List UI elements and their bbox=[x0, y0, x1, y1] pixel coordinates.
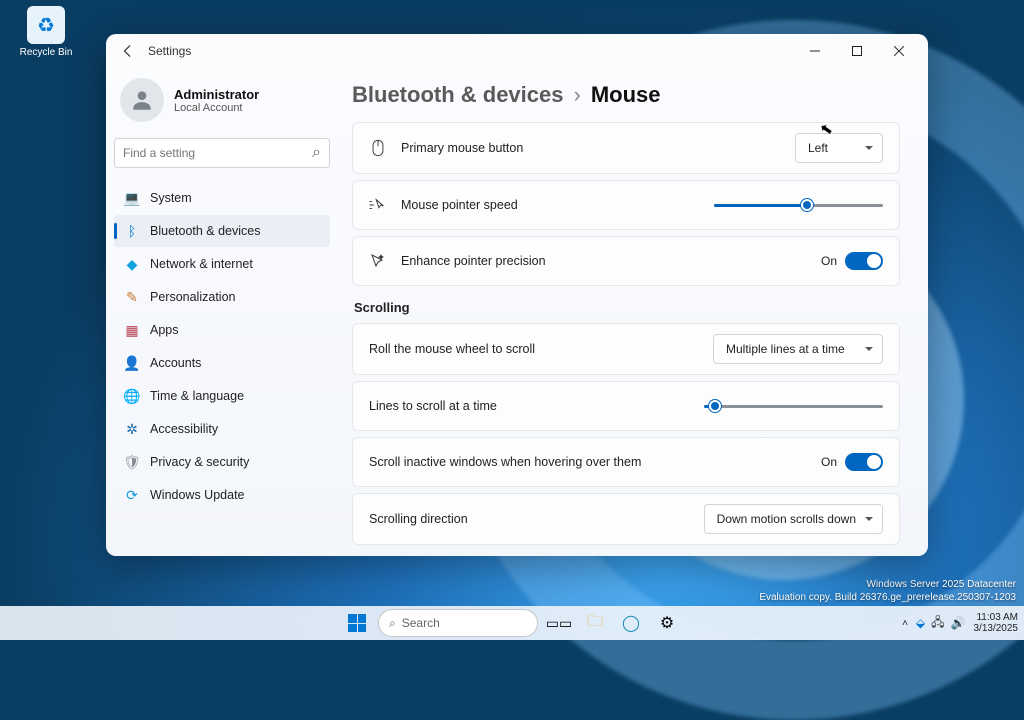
folder-icon: 🗀 bbox=[587, 610, 603, 637]
nav-item-apps[interactable]: ▦ Apps bbox=[114, 314, 330, 346]
window-title: Settings bbox=[148, 44, 191, 58]
network-icon: ◆ bbox=[124, 256, 140, 272]
nav-label: Accessibility bbox=[150, 422, 218, 436]
nav-label: Accounts bbox=[150, 356, 201, 370]
wheel-scroll-select[interactable]: Multiple lines at a time bbox=[713, 334, 883, 364]
account-block[interactable]: Administrator Local Account bbox=[114, 72, 330, 132]
edge-icon: ◯ bbox=[622, 613, 640, 633]
enhance-precision-state: On bbox=[821, 254, 837, 268]
task-view-button[interactable]: ▭▭ bbox=[544, 608, 574, 638]
nav-item-network[interactable]: ◆ Network & internet bbox=[114, 248, 330, 280]
nav-list: 💻 System ᛒ Bluetooth & devices ◆ Network & in… bbox=[114, 182, 330, 511]
back-button[interactable] bbox=[114, 37, 142, 65]
apps-icon: ▦ bbox=[124, 322, 140, 338]
nav-item-bluetooth[interactable]: ᛒ Bluetooth & devices bbox=[114, 215, 330, 247]
recycle-bin-icon bbox=[27, 6, 65, 44]
pointer-speed-slider[interactable] bbox=[714, 195, 883, 215]
nav-label: Network & internet bbox=[150, 257, 253, 271]
scroll-inactive-row: Scroll inactive windows when hovering ov… bbox=[353, 438, 899, 486]
nav-label: Time & language bbox=[150, 389, 244, 403]
primary-mouse-button-row: Primary mouse button Left bbox=[353, 123, 899, 173]
chevron-right-icon: › bbox=[573, 82, 580, 108]
nav-label: System bbox=[150, 191, 192, 205]
nav-label: Personalization bbox=[150, 290, 235, 304]
settings-window: Settings Administrator Local Account ⌕ bbox=[106, 34, 928, 556]
nav-label: Apps bbox=[150, 323, 179, 337]
nav-item-personalization[interactable]: ✎ Personalization bbox=[114, 281, 330, 313]
nav-label: Bluetooth & devices bbox=[150, 224, 261, 238]
tray-security-icon[interactable]: ⬙ bbox=[916, 616, 925, 630]
nav-item-update[interactable]: ⟳ Windows Update bbox=[114, 479, 330, 511]
taskbar: ⌕ Search ▭▭ 🗀 ◯ ⚙ ˄ ⬙ 🖧 🔊 11:03 AM 3/13/… bbox=[0, 606, 1024, 640]
breadcrumb-current: Mouse bbox=[591, 82, 661, 108]
wheel-scroll-row: Roll the mouse wheel to scroll Multiple … bbox=[353, 324, 899, 374]
taskbar-search[interactable]: ⌕ Search bbox=[378, 609, 538, 637]
lines-to-scroll-slider[interactable] bbox=[704, 396, 883, 416]
minimize-button[interactable] bbox=[794, 37, 836, 65]
windows-logo-icon bbox=[348, 614, 366, 632]
update-icon: ⟳ bbox=[124, 487, 140, 503]
scroll-inactive-toggle[interactable] bbox=[845, 453, 883, 471]
accounts-icon: 👤 bbox=[124, 355, 140, 371]
avatar-icon bbox=[120, 78, 164, 122]
scroll-inactive-state: On bbox=[821, 455, 837, 469]
pointer-speed-icon bbox=[369, 196, 387, 214]
nav-label: Windows Update bbox=[150, 488, 245, 502]
nav-item-accounts[interactable]: 👤 Accounts bbox=[114, 347, 330, 379]
account-name: Administrator bbox=[174, 87, 259, 102]
breadcrumb: Bluetooth & devices › Mouse bbox=[352, 82, 900, 108]
scroll-direction-row: Scrolling direction Down motion scrolls … bbox=[353, 494, 899, 544]
gear-icon: ⚙ bbox=[660, 613, 674, 633]
nav-item-privacy[interactable]: 🛡 Privacy & security bbox=[114, 446, 330, 478]
back-arrow-icon bbox=[121, 44, 135, 58]
recycle-bin-label: Recycle Bin bbox=[16, 47, 76, 58]
maximize-icon bbox=[852, 46, 862, 56]
accessibility-icon: ✲ bbox=[124, 421, 140, 437]
tray-sound-icon[interactable]: 🔊 bbox=[951, 616, 966, 630]
search-icon: ⌕ bbox=[312, 144, 321, 162]
enhance-precision-row: Enhance pointer precision On bbox=[353, 237, 899, 285]
scrolling-section-title: Scrolling bbox=[354, 300, 900, 315]
enhance-precision-toggle[interactable] bbox=[845, 252, 883, 270]
tray-network-icon[interactable]: 🖧 bbox=[931, 613, 944, 634]
pointer-speed-row: Mouse pointer speed bbox=[353, 181, 899, 229]
maximize-button[interactable] bbox=[836, 37, 878, 65]
titlebar: Settings bbox=[106, 34, 928, 68]
scroll-direction-select[interactable]: Down motion scrolls down bbox=[704, 504, 883, 534]
recycle-bin[interactable]: Recycle Bin bbox=[16, 6, 76, 58]
breadcrumb-parent[interactable]: Bluetooth & devices bbox=[352, 82, 563, 108]
personalization-icon: ✎ bbox=[124, 289, 140, 305]
close-icon bbox=[894, 46, 904, 56]
minimize-icon bbox=[810, 46, 820, 56]
taskbar-clock[interactable]: 11:03 AM 3/13/2025 bbox=[974, 612, 1019, 634]
nav-item-accessibility[interactable]: ✲ Accessibility bbox=[114, 413, 330, 445]
primary-button-select[interactable]: Left bbox=[795, 133, 883, 163]
nav-label: Privacy & security bbox=[150, 455, 249, 469]
privacy-icon: 🛡 bbox=[124, 454, 140, 470]
nav-item-time[interactable]: 🌐 Time & language bbox=[114, 380, 330, 412]
file-explorer-button[interactable]: 🗀 bbox=[580, 608, 610, 638]
time-icon: 🌐 bbox=[124, 388, 140, 404]
settings-taskbar-button[interactable]: ⚙ bbox=[652, 608, 682, 638]
bluetooth-icon: ᛒ bbox=[124, 223, 140, 239]
edge-button[interactable]: ◯ bbox=[616, 608, 646, 638]
nav-item-system[interactable]: 💻 System bbox=[114, 182, 330, 214]
close-button[interactable] bbox=[878, 37, 920, 65]
settings-search[interactable]: ⌕ bbox=[114, 138, 330, 168]
taskbar-search-placeholder: Search bbox=[402, 616, 440, 630]
settings-search-input[interactable] bbox=[123, 146, 306, 160]
main-content: Bluetooth & devices › Mouse Primary mous… bbox=[338, 68, 928, 556]
chevron-up-icon[interactable]: ˄ bbox=[902, 618, 908, 629]
mouse-icon bbox=[369, 139, 387, 157]
task-view-icon: ▭▭ bbox=[546, 615, 572, 632]
start-button[interactable] bbox=[342, 608, 372, 638]
search-icon: ⌕ bbox=[389, 616, 396, 631]
account-subtitle: Local Account bbox=[174, 102, 259, 114]
pointer-precision-icon bbox=[369, 252, 387, 270]
watermark: Windows Server 2025 Datacenter Evaluatio… bbox=[759, 579, 1016, 604]
lines-to-scroll-row: Lines to scroll at a time bbox=[353, 382, 899, 430]
sidebar: Administrator Local Account ⌕ 💻 System ᛒ Bl… bbox=[106, 68, 338, 556]
system-icon: 💻 bbox=[124, 190, 140, 206]
